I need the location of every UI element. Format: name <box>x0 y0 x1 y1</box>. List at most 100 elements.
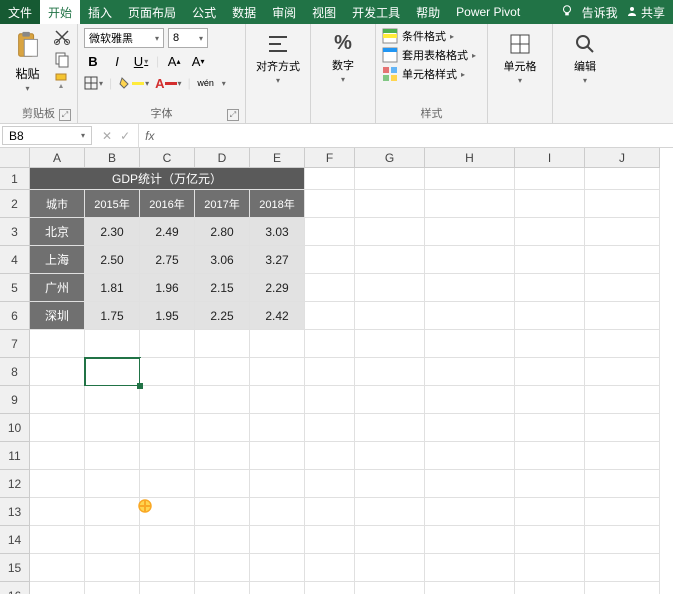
fill-color-button[interactable]: ▾ <box>118 74 149 92</box>
cell[interactable] <box>30 498 85 526</box>
cell[interactable] <box>515 302 585 330</box>
row-header-4[interactable]: 4 <box>0 246 30 274</box>
cell[interactable] <box>305 190 355 218</box>
col-header-D[interactable]: D <box>195 148 250 168</box>
table-cell[interactable]: 3.27 <box>250 246 305 274</box>
row-header-2[interactable]: 2 <box>0 190 30 218</box>
cell[interactable] <box>30 470 85 498</box>
cell[interactable] <box>515 386 585 414</box>
selection-handle[interactable] <box>137 383 143 389</box>
cell[interactable] <box>250 386 305 414</box>
cell[interactable] <box>355 442 425 470</box>
table-header[interactable]: 2015年 <box>85 190 140 218</box>
cell[interactable] <box>585 498 660 526</box>
cell[interactable] <box>515 358 585 386</box>
clipboard-launcher[interactable]: ⤢ <box>59 109 71 121</box>
col-header-G[interactable]: G <box>355 148 425 168</box>
cell[interactable] <box>195 582 250 594</box>
cell[interactable] <box>140 414 195 442</box>
paste-button[interactable]: 粘贴 ▾ <box>11 28 45 95</box>
lightbulb-icon[interactable] <box>560 4 574 21</box>
cell[interactable] <box>585 218 660 246</box>
table-cell[interactable]: 深圳 <box>30 302 85 330</box>
col-header-E[interactable]: E <box>250 148 305 168</box>
cell[interactable] <box>195 554 250 582</box>
cell[interactable] <box>195 330 250 358</box>
row-header-14[interactable]: 14 <box>0 526 30 554</box>
spreadsheet-grid[interactable]: ABCDEFGHIJ 12345678910111213141516 GDP统计… <box>0 148 673 594</box>
cell[interactable] <box>195 442 250 470</box>
cell[interactable] <box>85 414 140 442</box>
cell[interactable] <box>515 526 585 554</box>
cell[interactable] <box>425 526 515 554</box>
cell[interactable] <box>355 190 425 218</box>
cell[interactable] <box>425 442 515 470</box>
cell[interactable] <box>305 168 355 190</box>
cell[interactable] <box>305 470 355 498</box>
cell[interactable] <box>85 470 140 498</box>
cell-styles-button[interactable]: 单元格样式 ▸ <box>382 66 476 82</box>
cell[interactable] <box>355 330 425 358</box>
cells-button[interactable]: 单元格▾ <box>494 28 546 85</box>
fx-icon[interactable]: fx <box>139 124 160 147</box>
phonetic-button[interactable]: wén <box>197 74 215 92</box>
cell[interactable] <box>355 168 425 190</box>
row-header-7[interactable]: 7 <box>0 330 30 358</box>
row-header-9[interactable]: 9 <box>0 386 30 414</box>
cell[interactable] <box>195 470 250 498</box>
cell[interactable] <box>515 246 585 274</box>
tell-me[interactable]: 告诉我 <box>582 4 618 21</box>
table-header[interactable]: 2017年 <box>195 190 250 218</box>
tab-home[interactable]: 开始 <box>40 0 80 24</box>
cell[interactable] <box>585 330 660 358</box>
cell[interactable] <box>355 218 425 246</box>
cell[interactable] <box>425 274 515 302</box>
cell[interactable] <box>195 414 250 442</box>
font-size-select[interactable]: 8▾ <box>168 28 208 48</box>
table-cell[interactable]: 2.25 <box>195 302 250 330</box>
cell[interactable] <box>30 358 85 386</box>
table-cell[interactable]: 广州 <box>30 274 85 302</box>
table-cell[interactable]: 2.75 <box>140 246 195 274</box>
col-header-I[interactable]: I <box>515 148 585 168</box>
table-cell[interactable]: 1.81 <box>85 274 140 302</box>
cell[interactable] <box>585 470 660 498</box>
cell[interactable] <box>250 414 305 442</box>
cell[interactable] <box>305 302 355 330</box>
cut-icon[interactable] <box>53 28 71 46</box>
cell[interactable] <box>305 582 355 594</box>
cell[interactable] <box>305 246 355 274</box>
decrease-font-icon[interactable]: A▾ <box>189 52 207 70</box>
col-header-F[interactable]: F <box>305 148 355 168</box>
cell[interactable] <box>250 582 305 594</box>
cell[interactable] <box>30 386 85 414</box>
cell[interactable] <box>585 526 660 554</box>
cell[interactable] <box>195 526 250 554</box>
cell[interactable] <box>585 274 660 302</box>
cell[interactable] <box>85 498 140 526</box>
cell[interactable] <box>140 330 195 358</box>
table-cell[interactable]: 2.49 <box>140 218 195 246</box>
cell[interactable] <box>515 442 585 470</box>
tab-insert[interactable]: 插入 <box>80 0 120 24</box>
cell[interactable] <box>305 498 355 526</box>
underline-button[interactable]: U▾ <box>132 52 150 70</box>
cell[interactable] <box>305 330 355 358</box>
row-header-12[interactable]: 12 <box>0 470 30 498</box>
table-cell[interactable]: 1.95 <box>140 302 195 330</box>
tab-pagelayout[interactable]: 页面布局 <box>120 0 184 24</box>
cell[interactable] <box>355 582 425 594</box>
cell[interactable] <box>30 526 85 554</box>
bold-button[interactable]: B <box>84 52 102 70</box>
cell[interactable] <box>425 168 515 190</box>
col-header-C[interactable]: C <box>140 148 195 168</box>
cell[interactable] <box>425 358 515 386</box>
cell[interactable] <box>85 442 140 470</box>
cell[interactable] <box>425 470 515 498</box>
cell[interactable] <box>85 330 140 358</box>
border-button[interactable]: ▾ <box>84 74 103 92</box>
cancel-icon[interactable]: ✕ <box>102 129 112 143</box>
cell[interactable] <box>355 498 425 526</box>
col-header-B[interactable]: B <box>85 148 140 168</box>
cell[interactable] <box>250 442 305 470</box>
